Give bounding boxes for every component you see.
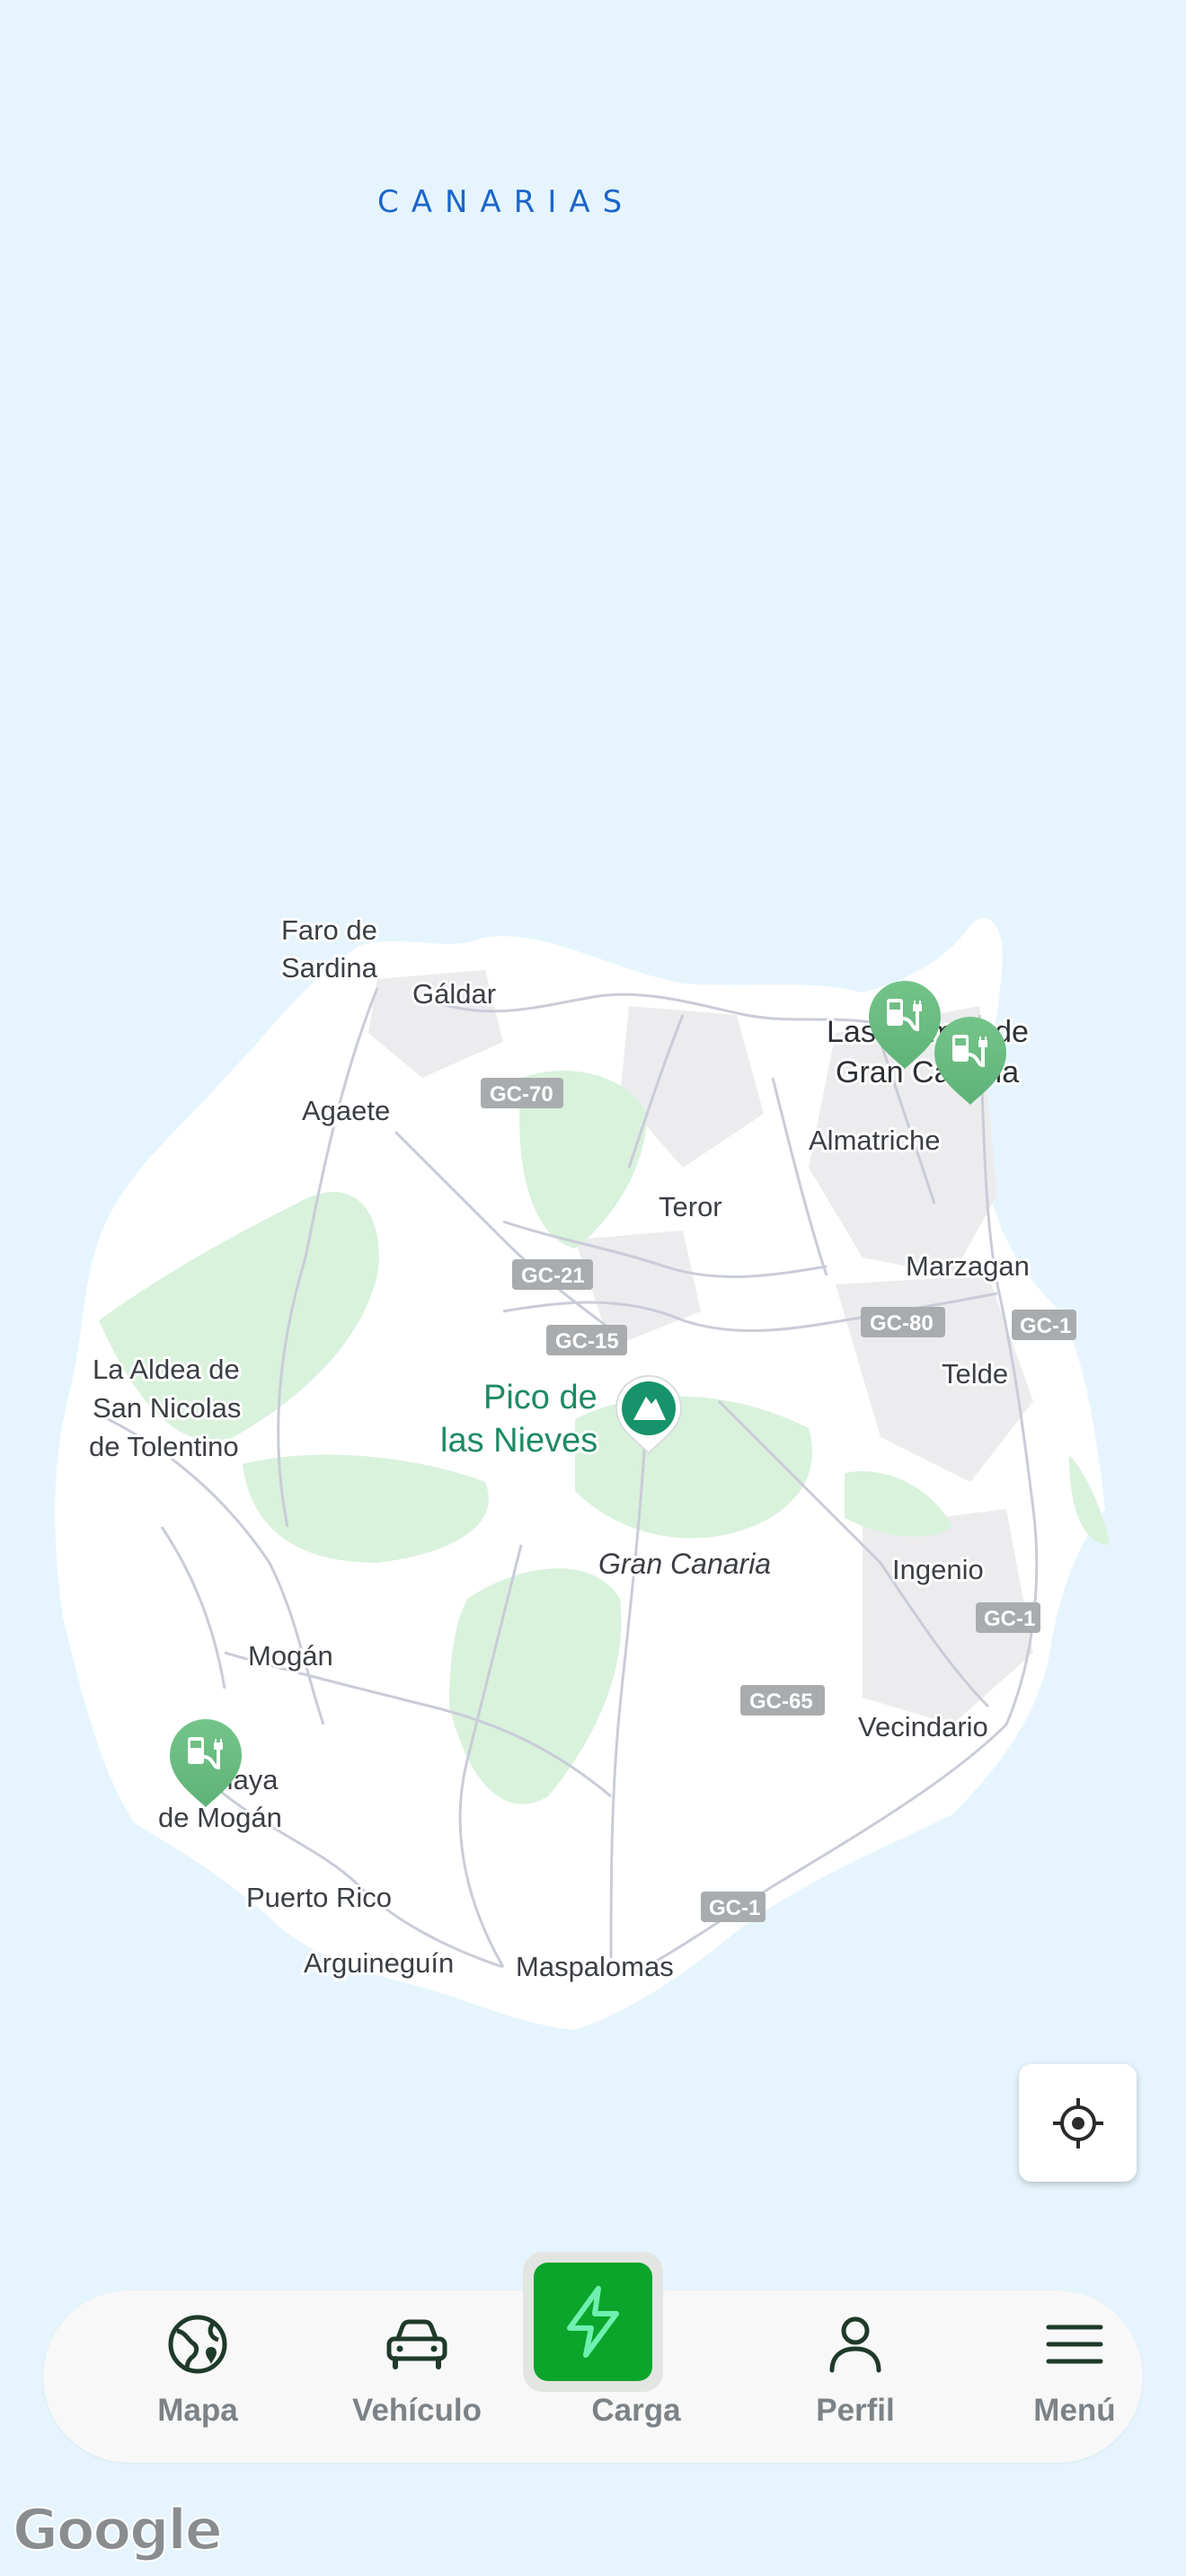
map-view[interactable]: CANARIAS Faro de Sardina Gáldar Agaete L… (0, 0, 1186, 2576)
hamburger-menu-icon (1046, 2325, 1103, 2364)
label-galdar: Gáldar (412, 978, 496, 1010)
label-telde: Telde (942, 1358, 1008, 1389)
svg-text:GC-70: GC-70 (490, 1082, 553, 1107)
label-gran-canaria: Gran Canaria (598, 1548, 771, 1580)
nav-item-perfil[interactable]: Perfil (766, 2290, 945, 2463)
road-badge-gc1-east: GC-1 (976, 1602, 1040, 1633)
nav-label-vehiculo: Vehículo (352, 2393, 482, 2428)
svg-text:GC-21: GC-21 (521, 1264, 585, 1288)
svg-text:GC-15: GC-15 (555, 1329, 619, 1354)
nav-label-menu: Menú (1033, 2393, 1116, 2428)
label-peak-1: Pico de (483, 1379, 597, 1416)
road-badge-gc70: GC-70 (481, 1078, 563, 1108)
label-maspalomas: Maspalomas (516, 1951, 674, 1982)
svg-text:GC-1: GC-1 (709, 1896, 760, 1920)
lightning-bolt-icon (567, 2286, 619, 2358)
label-mogan: Mogán (248, 1640, 333, 1672)
road-badge-gc21: GC-21 (512, 1259, 593, 1290)
label-marzagan: Marzagan (906, 1250, 1030, 1282)
nav-item-menu[interactable]: Menú (985, 2290, 1164, 2463)
label-la-aldea-3: de Tolentino (89, 1431, 239, 1462)
svg-text:GC-65: GC-65 (749, 1689, 813, 1714)
sea-label: CANARIAS (377, 184, 634, 220)
svg-text:GC-1: GC-1 (1020, 1314, 1071, 1338)
nav-item-vehiculo[interactable]: Vehículo (327, 2290, 507, 2463)
label-la-aldea-2: San Nicolas (93, 1392, 241, 1424)
label-puerto-rico: Puerto Rico (246, 1882, 392, 1913)
label-ingenio: Ingenio (892, 1554, 984, 1585)
nav-label-carga: Carga (591, 2393, 681, 2428)
label-arguineguin: Arguineguín (304, 1947, 454, 1979)
road-badge-gc15: GC-15 (546, 1325, 627, 1355)
nav-label-mapa: Mapa (157, 2393, 238, 2428)
label-playa-mogan-2: de Mogán (158, 1802, 282, 1833)
locate-me-button[interactable] (1019, 2064, 1137, 2182)
road-badge-gc1-north: GC-1 (1012, 1310, 1076, 1340)
label-almatriche: Almatriche (809, 1125, 940, 1156)
label-peak-2: las Nieves (440, 1422, 597, 1460)
svg-text:GC-1: GC-1 (984, 1607, 1035, 1631)
label-la-aldea-1: La Aldea de (93, 1354, 240, 1385)
carga-button[interactable] (534, 2263, 652, 2381)
nav-item-mapa[interactable]: Mapa (108, 2290, 288, 2463)
nav-label-perfil: Perfil (816, 2393, 895, 2428)
svg-text:GC-80: GC-80 (870, 1311, 934, 1336)
label-agaete: Agaete (302, 1095, 390, 1126)
map-globe-icon (168, 2315, 227, 2374)
road-badge-gc80: GC-80 (861, 1307, 945, 1337)
car-icon (386, 2319, 447, 2369)
road-badge-gc65: GC-65 (740, 1685, 825, 1716)
google-attribution: Google (12, 2496, 224, 2563)
label-teror: Teror (659, 1191, 722, 1222)
label-vecindario: Vecindario (858, 1711, 988, 1742)
road-badge-gc1-south: GC-1 (701, 1892, 766, 1922)
label-faro-sardina-2: Sardina (281, 952, 378, 984)
person-icon (829, 2316, 881, 2373)
label-faro-sardina-1: Faro de (281, 914, 377, 946)
crosshair-locate-icon (1052, 2097, 1103, 2148)
